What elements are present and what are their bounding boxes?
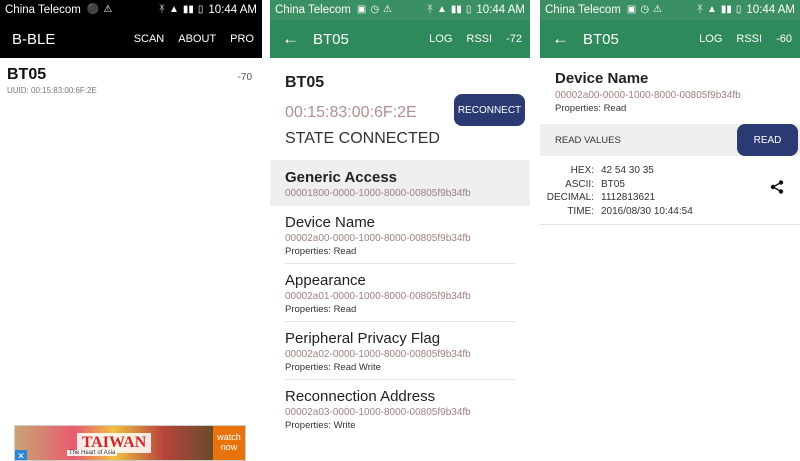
wifi-icon: ▲: [168, 4, 179, 15]
characteristic-props: Properties: Read: [285, 304, 357, 315]
read-values-label: READ VALUES: [555, 134, 621, 146]
pro-button[interactable]: PRO: [230, 33, 254, 45]
clock: 10:44 AM: [746, 4, 795, 16]
value-text: 2016/08/30 10:44:54: [601, 205, 693, 217]
app-bar: B-BLE SCAN ABOUT PRO: [0, 20, 262, 58]
warning-icon: ⚠: [103, 4, 113, 15]
battery-icon: ▯: [735, 4, 742, 15]
connection-header: BT05 00:15:83:00:6F:2E STATE CONNECTED R…: [270, 58, 530, 160]
characteristic-detail-screen: China Telecom ▣ ◷ ⚠ ᛡ ▲ ▮▮ ▯ 10:44 AM ← …: [540, 0, 800, 461]
alarm-icon: ◷: [370, 4, 380, 15]
scan-button[interactable]: SCAN: [134, 33, 165, 45]
rssi-value: -60: [776, 33, 792, 45]
image-icon: ▣: [626, 4, 637, 15]
status-bar: China Telecom ▣ ◷ ⚠ ᛡ ▲ ▮▮ ▯ 10:44 AM: [270, 0, 530, 20]
characteristic-props: Properties: Read: [285, 246, 357, 257]
clock: 10:44 AM: [476, 4, 525, 16]
device-list-screen: China Telecom ⚫ ⚠ ᛡ ▲ ▮▮ ▯ 10:44 AM B-BL…: [0, 0, 262, 461]
service-name: Generic Access: [285, 169, 398, 186]
value-key: DECIMAL:: [546, 192, 594, 203]
ad-banner[interactable]: TAIWAN The Heart of Asia watch now ✕: [14, 425, 246, 461]
battery-icon: ▯: [465, 4, 472, 15]
wifi-icon: ▲: [436, 4, 447, 15]
battery-icon: ▯: [197, 4, 204, 15]
device-uuid: UUID: 00:15:83:00:6F:2E: [7, 86, 97, 95]
image-icon: ▣: [356, 4, 367, 15]
about-button[interactable]: ABOUT: [178, 33, 216, 45]
value-row: ASCII: BT05: [540, 178, 800, 192]
characteristic-name: Peripheral Privacy Flag: [285, 330, 441, 347]
ad-close-icon[interactable]: ✕: [15, 450, 27, 460]
bluetooth-icon: ᛡ: [696, 4, 703, 15]
reconnect-button[interactable]: RECONNECT: [454, 94, 525, 126]
device-name: BT05: [285, 74, 325, 91]
back-arrow-icon[interactable]: ←: [552, 29, 569, 49]
ad-watch-now-button[interactable]: watch now: [213, 426, 245, 460]
connection-state: STATE CONNECTED: [285, 130, 440, 147]
app-title: BT05: [583, 30, 619, 48]
value-key: TIME:: [567, 205, 594, 217]
device-list-item[interactable]: BT05 -70 UUID: 00:15:83:00:6F:2E: [0, 58, 262, 103]
characteristic-uuid: 00002a00-0000-1000-8000-00805f9b34fb: [285, 233, 471, 244]
service-uuid: 00001800-0000-1000-8000-00805f9b34fb: [285, 188, 471, 199]
app-title: BT05: [313, 30, 349, 48]
rssi-value: -72: [506, 33, 522, 45]
log-button[interactable]: LOG: [699, 33, 722, 45]
characteristic-header: Device Name 00002a00-0000-1000-8000-0080…: [540, 58, 800, 122]
characteristic-row[interactable]: Device Name 00002a00-0000-1000-8000-0080…: [270, 206, 530, 263]
clock: 10:44 AM: [208, 4, 257, 16]
value-key: ASCII:: [565, 178, 594, 190]
read-button[interactable]: READ: [737, 124, 798, 156]
characteristic-uuid: 00002a03-0000-1000-8000-00805f9b34fb: [285, 407, 471, 418]
usb-icon: ⚫: [86, 4, 100, 15]
characteristic-props: Properties: Read Write: [285, 362, 381, 373]
characteristic-name: Reconnection Address: [285, 388, 436, 405]
status-bar: China Telecom ⚫ ⚠ ᛡ ▲ ▮▮ ▯ 10:44 AM: [0, 0, 262, 20]
characteristic-name: Appearance: [285, 272, 366, 289]
characteristic-name: Device Name: [555, 70, 649, 87]
status-bar: China Telecom ▣ ◷ ⚠ ᛡ ▲ ▮▮ ▯ 10:44 AM: [540, 0, 800, 20]
value-row: HEX: 42 54 30 35: [540, 164, 800, 178]
bluetooth-icon: ᛡ: [426, 4, 433, 15]
value-row: TIME: 2016/08/30 10:44:54: [540, 205, 800, 219]
characteristic-uuid: 00002a01-0000-1000-8000-00805f9b34fb: [285, 291, 471, 302]
characteristic-uuid: 00002a00-0000-1000-8000-00805f9b34fb: [555, 90, 741, 101]
value-key: HEX:: [570, 165, 594, 176]
rssi-button[interactable]: RSSI: [466, 33, 492, 45]
share-icon[interactable]: [770, 180, 784, 194]
characteristic-name: Device Name: [285, 214, 376, 231]
read-values-bar: READ VALUES READ: [540, 124, 800, 156]
read-values-list: HEX: 42 54 30 35 ASCII: BT05 DECIMAL: 11…: [540, 156, 800, 225]
service-row[interactable]: Generic Access 00001800-0000-1000-8000-0…: [270, 160, 530, 206]
app-bar: ← BT05 LOG RSSI -72: [270, 20, 530, 58]
app-bar: ← BT05 LOG RSSI -60: [540, 20, 800, 58]
device-rssi: -70: [237, 72, 252, 83]
characteristic-row[interactable]: Reconnection Address 00002a03-0000-1000-…: [270, 380, 530, 437]
characteristic-props: Properties: Write: [285, 420, 356, 431]
device-services-screen: China Telecom ▣ ◷ ⚠ ᛡ ▲ ▮▮ ▯ 10:44 AM ← …: [270, 0, 530, 461]
warning-icon: ⚠: [653, 4, 663, 15]
carrier-label: China Telecom: [5, 4, 81, 16]
signal-icon: ▮▮: [450, 4, 462, 15]
signal-icon: ▮▮: [720, 4, 732, 15]
carrier-label: China Telecom: [545, 4, 621, 16]
rssi-button[interactable]: RSSI: [736, 33, 762, 45]
characteristic-props: Properties: Read: [555, 103, 627, 114]
wifi-icon: ▲: [706, 4, 717, 15]
characteristic-uuid: 00002a02-0000-1000-8000-00805f9b34fb: [285, 349, 471, 360]
characteristic-row[interactable]: Peripheral Privacy Flag 00002a02-0000-10…: [270, 322, 530, 379]
value-row: DECIMAL: 1112813621: [540, 191, 800, 205]
alarm-icon: ◷: [640, 4, 650, 15]
characteristic-row[interactable]: Appearance 00002a01-0000-1000-8000-00805…: [270, 264, 530, 321]
signal-icon: ▮▮: [182, 4, 194, 15]
bluetooth-icon: ᛡ: [158, 4, 165, 15]
value-text: 42 54 30 35: [601, 165, 654, 176]
warning-icon: ⚠: [383, 4, 393, 15]
app-title: B-BLE: [12, 30, 56, 48]
ad-subtitle: The Heart of Asia: [67, 450, 118, 456]
carrier-label: China Telecom: [275, 4, 351, 16]
back-arrow-icon[interactable]: ←: [282, 29, 299, 49]
log-button[interactable]: LOG: [429, 33, 452, 45]
device-name: BT05: [7, 66, 47, 83]
